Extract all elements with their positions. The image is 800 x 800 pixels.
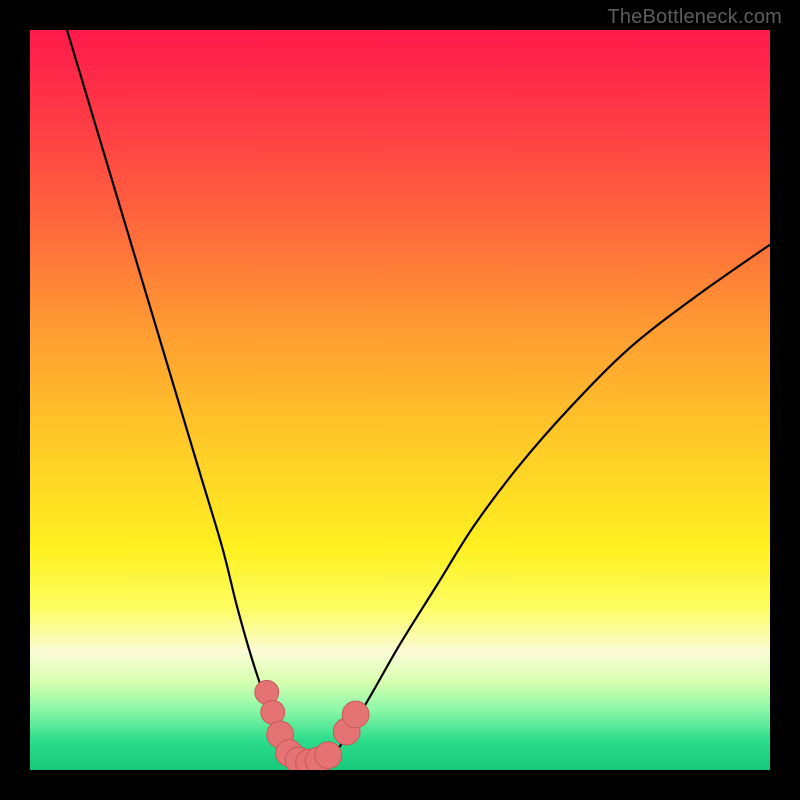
bottleneck-curve [67, 30, 770, 763]
valley-marker [315, 742, 342, 769]
plot-area [30, 30, 770, 770]
watermark-text: TheBottleneck.com [607, 6, 782, 29]
valley-markers [255, 680, 369, 770]
chart-frame: TheBottleneck.com [0, 0, 800, 800]
curve-layer [30, 30, 770, 770]
valley-marker [261, 700, 285, 724]
valley-marker [342, 701, 369, 728]
